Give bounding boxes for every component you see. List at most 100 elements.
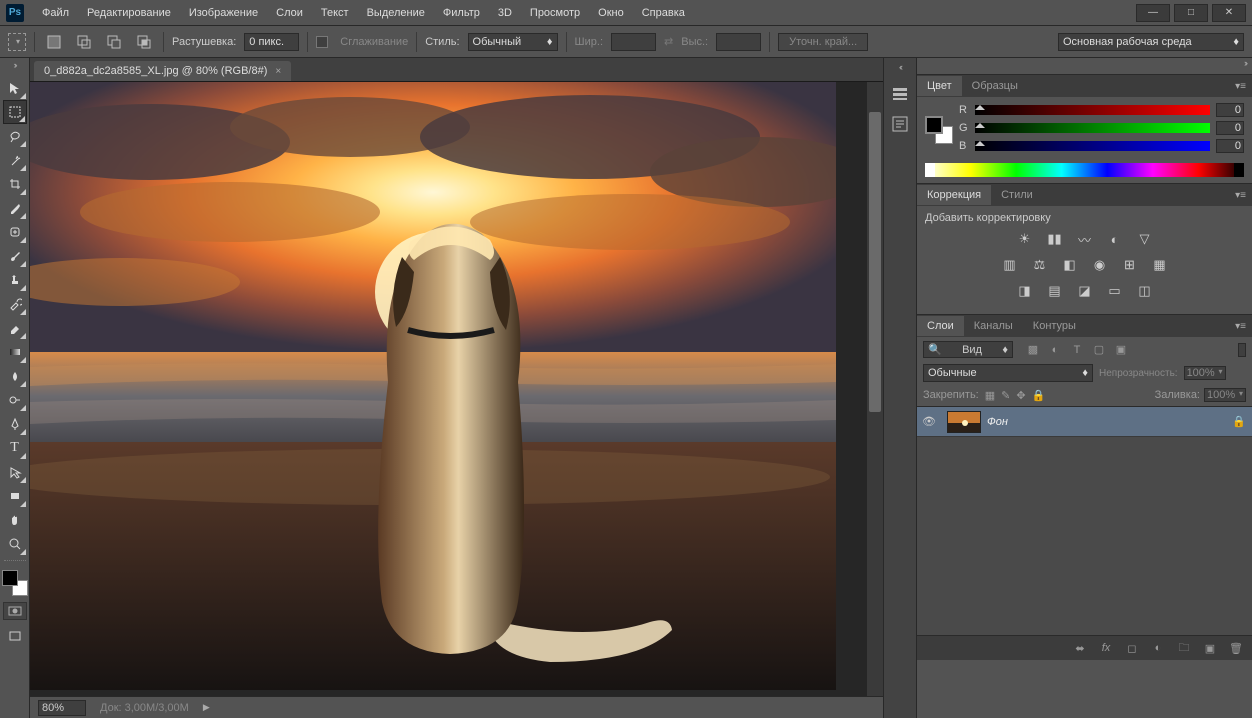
selection-subtract-icon[interactable] — [103, 31, 125, 53]
pen-tool[interactable] — [3, 412, 27, 436]
layer-item-background[interactable]: 👁 Фон 🔒 — [917, 407, 1252, 437]
adj-vibrance-icon[interactable]: ▽ — [1135, 230, 1155, 248]
adj-brightness-icon[interactable]: ☀ — [1015, 230, 1035, 248]
menu-select[interactable]: Выделение — [359, 3, 433, 23]
marquee-tool[interactable] — [3, 100, 27, 124]
vertical-scrollbar[interactable] — [867, 82, 883, 696]
color-panel-swatches[interactable] — [925, 116, 953, 144]
tab-color[interactable]: Цвет — [917, 76, 962, 96]
healing-brush-tool[interactable] — [3, 220, 27, 244]
selection-add-icon[interactable] — [73, 31, 95, 53]
selection-intersect-icon[interactable] — [133, 31, 155, 53]
mid-collapse-icon[interactable]: ‹‹ — [899, 62, 901, 78]
history-brush-tool[interactable] — [3, 292, 27, 316]
menu-image[interactable]: Изображение — [181, 3, 266, 23]
new-adjustment-layer-icon[interactable]: ◐ — [1150, 640, 1166, 656]
clone-stamp-tool[interactable] — [3, 268, 27, 292]
blur-tool[interactable] — [3, 364, 27, 388]
refine-edge-button[interactable]: Уточн. край... — [778, 33, 868, 51]
selection-new-icon[interactable] — [43, 31, 65, 53]
color-spectrum[interactable] — [925, 163, 1244, 177]
adj-threshold-icon[interactable]: ◪ — [1075, 282, 1095, 300]
hand-tool[interactable] — [3, 508, 27, 532]
layer-filter-kind-select[interactable]: 🔍Вид♦ — [923, 341, 1013, 358]
gradient-tool[interactable] — [3, 340, 27, 364]
filter-type-icon[interactable]: T — [1069, 342, 1085, 358]
adj-balance-icon[interactable]: ⚖ — [1030, 256, 1050, 274]
opacity-input[interactable]: 100%▾ — [1184, 366, 1226, 380]
filter-smart-icon[interactable]: ▣ — [1113, 342, 1129, 358]
workspace-select[interactable]: Основная рабочая среда♦ — [1058, 33, 1244, 51]
adj-lookup-icon[interactable]: ▦ — [1150, 256, 1170, 274]
quick-mask-button[interactable] — [3, 602, 27, 620]
menu-filter[interactable]: Фильтр — [435, 3, 488, 23]
lock-position-icon[interactable]: ✥ — [1016, 389, 1025, 402]
new-layer-icon[interactable]: ▣ — [1202, 640, 1218, 656]
g-value-input[interactable]: 0 — [1216, 121, 1244, 135]
zoom-input[interactable]: 80% — [38, 700, 86, 716]
menu-help[interactable]: Справка — [634, 3, 693, 23]
tab-adjustments[interactable]: Коррекция — [917, 185, 991, 205]
new-group-icon[interactable]: 🗀 — [1176, 640, 1192, 656]
window-minimize-button[interactable]: — — [1136, 4, 1170, 22]
type-tool[interactable]: T — [3, 436, 27, 460]
fill-input[interactable]: 100%▾ — [1204, 388, 1246, 402]
filter-shape-icon[interactable]: ▢ — [1091, 342, 1107, 358]
style-select[interactable]: Обычный♦ — [468, 33, 558, 51]
color-panel-menu-icon[interactable]: ▾≡ — [1229, 81, 1252, 92]
link-layers-icon[interactable]: ⬌ — [1072, 640, 1088, 656]
tab-paths[interactable]: Контуры — [1023, 316, 1086, 336]
feather-input[interactable] — [244, 33, 299, 51]
lock-transparency-icon[interactable]: ▦ — [985, 389, 995, 402]
screen-mode-button[interactable] — [3, 624, 27, 648]
window-maximize-button[interactable]: □ — [1174, 4, 1208, 22]
window-close-button[interactable]: ✕ — [1212, 4, 1246, 22]
panels-collapse-icon[interactable]: ›› — [917, 58, 1252, 74]
color-swatches[interactable] — [2, 570, 28, 596]
adj-channel-mixer-icon[interactable]: ⊞ — [1120, 256, 1140, 274]
lasso-tool[interactable] — [3, 124, 27, 148]
canvas[interactable] — [30, 82, 883, 696]
b-slider[interactable] — [975, 141, 1210, 151]
eyedropper-tool[interactable] — [3, 196, 27, 220]
delete-layer-icon[interactable]: 🗑 — [1228, 640, 1244, 656]
filter-pixel-icon[interactable]: ▩ — [1025, 342, 1041, 358]
menu-layers[interactable]: Слои — [268, 3, 311, 23]
zoom-tool[interactable] — [3, 532, 27, 556]
layer-fx-icon[interactable]: fx — [1098, 640, 1114, 656]
tab-layers[interactable]: Слои — [917, 316, 964, 336]
r-slider[interactable] — [975, 105, 1210, 115]
menu-edit[interactable]: Редактирование — [79, 3, 179, 23]
b-value-input[interactable]: 0 — [1216, 139, 1244, 153]
rectangle-tool[interactable] — [3, 484, 27, 508]
path-selection-tool[interactable] — [3, 460, 27, 484]
adj-bw-icon[interactable]: ◧ — [1060, 256, 1080, 274]
adj-exposure-icon[interactable]: ◐ — [1105, 230, 1125, 248]
lock-all-icon[interactable]: 🔒 — [1032, 389, 1046, 402]
adj-posterize-icon[interactable]: ▤ — [1045, 282, 1065, 300]
layer-visibility-icon[interactable]: 👁 — [917, 415, 941, 428]
adjustments-panel-menu-icon[interactable]: ▾≡ — [1229, 190, 1252, 201]
blend-mode-select[interactable]: Обычные♦ — [923, 364, 1093, 382]
history-panel-icon[interactable] — [886, 80, 914, 108]
dodge-tool[interactable] — [3, 388, 27, 412]
properties-panel-icon[interactable] — [886, 110, 914, 138]
document-tab[interactable]: 0_d882a_dc2a8585_XL.jpg @ 80% (RGB/8#) × — [34, 61, 291, 81]
tab-styles[interactable]: Стили — [991, 185, 1043, 205]
menu-type[interactable]: Текст — [313, 3, 357, 23]
crop-tool[interactable] — [3, 172, 27, 196]
adj-invert-icon[interactable]: ◨ — [1015, 282, 1035, 300]
tab-channels[interactable]: Каналы — [964, 316, 1023, 336]
eraser-tool[interactable] — [3, 316, 27, 340]
adj-curves-icon[interactable]: 〰 — [1075, 230, 1095, 248]
layer-lock-icon[interactable]: 🔒 — [1232, 415, 1252, 428]
menu-3d[interactable]: 3D — [490, 3, 520, 23]
g-slider[interactable] — [975, 123, 1210, 133]
add-mask-icon[interactable]: ◻ — [1124, 640, 1140, 656]
close-tab-icon[interactable]: × — [275, 66, 281, 77]
move-tool[interactable] — [3, 76, 27, 100]
layer-name[interactable]: Фон — [987, 416, 1232, 428]
brush-tool[interactable] — [3, 244, 27, 268]
adj-selective-color-icon[interactable]: ◫ — [1135, 282, 1155, 300]
r-value-input[interactable]: 0 — [1216, 103, 1244, 117]
